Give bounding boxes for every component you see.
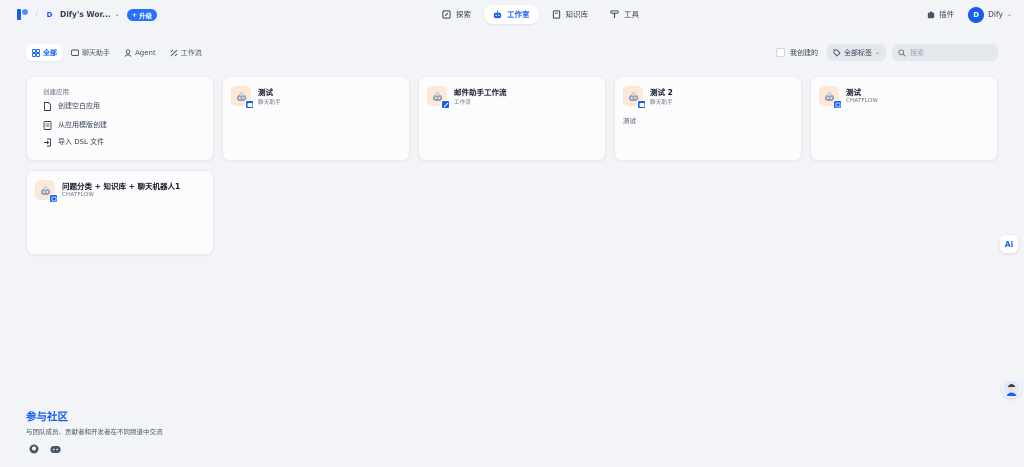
tab-workflow[interactable]: 工作流 [164, 44, 208, 61]
app-card[interactable]: 测试 CHATFLOW [810, 76, 998, 161]
upgrade-label: 升级 [139, 11, 153, 20]
import-dsl-button[interactable]: 导入 DSL 文件 [43, 137, 104, 147]
puzzle-icon [927, 10, 935, 18]
github-button[interactable] [28, 443, 40, 455]
app-type-tabs: 全部 聊天助手 Agent 工作流 [26, 44, 208, 61]
app-type: CHATFLOW [846, 98, 879, 104]
workflow-icon [170, 49, 178, 56]
plugins-button[interactable]: 插件 [919, 5, 962, 24]
tag-filter-select[interactable]: 全部标签 ⌄ [826, 44, 886, 61]
explore-icon [442, 10, 451, 19]
ai-assistant-button[interactable]: Ai [1000, 235, 1018, 253]
user-menu[interactable]: D Dify ⌄ [968, 6, 1012, 23]
nav-tools-label: 工具 [624, 10, 639, 19]
chat-icon [71, 49, 79, 56]
chevron-down-icon: ⌄ [874, 49, 880, 56]
tag-filter-label: 全部标签 [843, 48, 872, 57]
app-name: 测试 [846, 88, 861, 97]
create-blank-app-label: 创建空白应用 [58, 102, 100, 110]
search-icon [898, 48, 906, 57]
hammer-icon [610, 10, 619, 19]
discord-icon [50, 445, 60, 453]
app-type: 聊天助手 [650, 100, 673, 106]
book-icon [552, 10, 560, 19]
github-icon [29, 444, 39, 454]
grid-icon [32, 48, 40, 57]
create-from-template-button[interactable]: 从应用模版创建 [43, 120, 107, 130]
app-name: 测试 2 [650, 88, 673, 97]
workspace-avatar: D [43, 8, 56, 21]
robot-icon [493, 10, 502, 19]
nav-explore-label: 探索 [456, 10, 471, 19]
tab-agent[interactable]: Agent [118, 44, 162, 61]
user-name: Dify [988, 10, 1003, 19]
app-card[interactable]: 问题分类 + 知识库 + 聊天机器人1 CHATFLOW [26, 170, 214, 255]
tab-workflow-label: 工作流 [180, 48, 202, 57]
tab-all-label: 全部 [43, 48, 57, 57]
search-input[interactable] [910, 48, 990, 57]
tab-all[interactable]: 全部 [26, 44, 63, 61]
plugins-label: 插件 [939, 10, 955, 19]
search-box [892, 44, 998, 61]
chatflow-badge-icon [49, 194, 58, 203]
my-created-checkbox[interactable]: 我创建的 [775, 48, 818, 58]
nav-tools[interactable]: 工具 [601, 5, 648, 24]
nav-studio[interactable]: 工作室 [484, 5, 539, 24]
create-app-title: 创建应用 [43, 88, 69, 96]
nav-knowledge-label: 知识库 [565, 10, 589, 19]
app-card[interactable]: 测试 聊天助手 [222, 76, 410, 161]
create-from-template-label: 从应用模版创建 [58, 121, 107, 129]
upgrade-button[interactable]: + 升级 [126, 8, 158, 21]
workspace-selector[interactable]: D Dify's Wor... ⌄ + 升级 [43, 7, 158, 22]
community-description: 与团队成员、贡献者和开发者在不同频道中交流 [26, 428, 163, 436]
filter-controls: 我创建的 全部标签 ⌄ [775, 44, 998, 61]
app-name: 问题分类 + 知识库 + 聊天机器人1 [62, 182, 181, 191]
app-name: 测试 [258, 88, 273, 97]
workflow-badge-icon [441, 100, 450, 109]
tag-icon [833, 49, 841, 57]
chat-badge-icon [245, 100, 254, 109]
nav-explore[interactable]: 探索 [433, 5, 480, 24]
app-name: 邮件助手工作流 [454, 88, 507, 97]
create-blank-app-button[interactable]: 创建空白应用 [43, 101, 100, 111]
chevron-down-icon: ⌄ [1006, 11, 1012, 18]
agent-icon [124, 48, 132, 57]
header-separator: / [35, 9, 39, 19]
avatar-icon [1006, 383, 1017, 396]
import-dsl-label: 导入 DSL 文件 [58, 138, 105, 146]
app-card[interactable]: 邮件助手工作流 工作流 [418, 76, 606, 161]
create-app-card: 创建应用 创建空白应用 从应用模版创建 导入 DSL 文件 [26, 76, 214, 161]
top-header: / D Dify's Wor... ⌄ + 升级 探索 工作室 知识库 工具 插… [0, 0, 1024, 29]
tab-chat-label: 聊天助手 [82, 48, 110, 57]
nav-studio-label: 工作室 [507, 10, 530, 19]
tab-agent-label: Agent [135, 48, 156, 57]
app-card[interactable]: 测试 2 聊天助手 测试 [614, 76, 802, 161]
discord-button[interactable] [49, 443, 61, 455]
community-title: 参与社区 [26, 411, 68, 423]
app-type: 聊天助手 [258, 100, 281, 106]
workspace-name: Dify's Wor... [60, 10, 111, 19]
checkbox[interactable] [775, 48, 785, 57]
tab-chat[interactable]: 聊天助手 [65, 44, 116, 61]
chatflow-badge-icon [833, 100, 842, 109]
file-plus-icon [44, 101, 51, 111]
app-type: 工作流 [454, 100, 472, 106]
header-right: 插件 D Dify ⌄ [919, 5, 1012, 24]
import-icon [44, 138, 51, 146]
chat-badge-icon [637, 100, 646, 109]
my-created-label: 我创建的 [789, 48, 818, 57]
avatar: D [968, 6, 985, 23]
main-nav: 探索 工作室 知识库 工具 [433, 5, 648, 24]
dify-logo[interactable] [16, 8, 29, 21]
app-description: 测试 [623, 117, 636, 125]
chevron-down-icon: ⌄ [114, 11, 120, 18]
app-type: CHATFLOW [62, 192, 95, 198]
ai-label: Ai [1004, 239, 1014, 249]
template-icon [43, 120, 52, 130]
nav-knowledge[interactable]: 知识库 [543, 5, 598, 24]
helper-avatar-button[interactable] [1002, 379, 1021, 398]
plus-icon: + [131, 10, 138, 19]
